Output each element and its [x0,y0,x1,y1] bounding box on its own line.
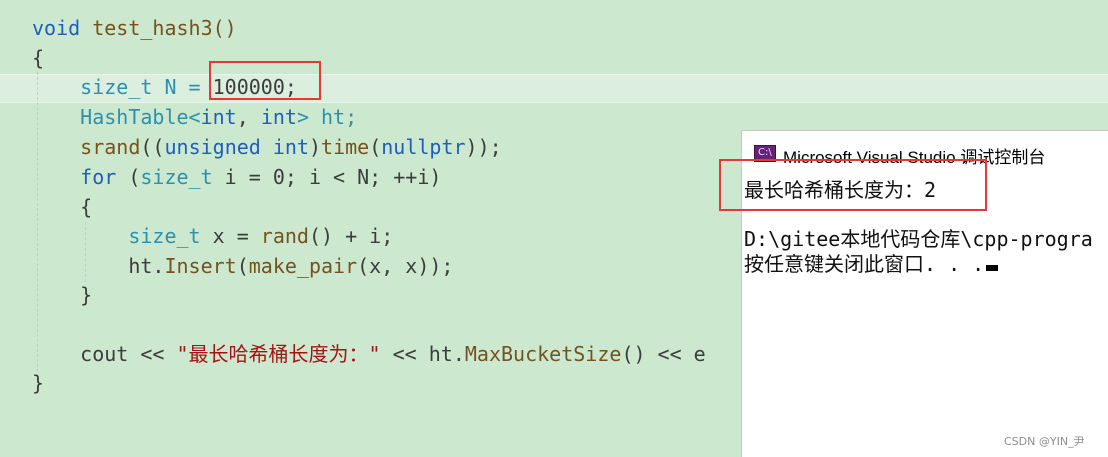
keyword: unsigned [164,135,261,159]
function-name: Insert [164,254,237,278]
code-line-1: void test_hash3() [32,14,237,43]
function-name: test_hash3() [80,16,237,40]
text: ( [116,165,141,189]
console-prompt-text: 按任意键关闭此窗口. . . [744,252,985,276]
function-name: srand [80,135,141,159]
code-line-2: { [32,44,44,73]
keyword: nullptr [381,135,466,159]
code-line-10: } [32,281,92,310]
highlight-box-result [719,159,987,211]
text: N = [152,75,213,99]
text [261,135,273,159]
console-output-path: D:\gitee本地代码仓库\cpp-progra [744,227,1093,251]
text: ( [236,254,249,278]
code-line-7: { [32,193,92,222]
text-cursor [986,265,999,271]
keyword: for [80,165,117,189]
text: (x, x)); [357,254,454,278]
keyword: int [200,105,237,129]
type: size_t [128,224,201,248]
text: )); [465,135,502,159]
text: < [188,105,201,129]
text: i = 0; i < N; ++i) [212,165,442,189]
brace: } [80,283,93,307]
console-output-prompt: 按任意键关闭此窗口. . . [744,251,999,277]
function-name: rand [260,224,309,248]
code-line-4: HashTable<int, int> ht; [32,103,357,132]
function-name: make_pair [248,254,358,278]
string-literal: "最长哈希桶长度为：" [176,342,381,366]
brace: { [32,46,45,70]
type: size_t [80,75,153,99]
code-line-9: ht.Insert(make_pair(x, x)); [32,252,453,281]
function-name: MaxBucketSize [464,342,622,366]
code-line-5: srand((unsigned int)time(nullptr)); [32,133,502,162]
keyword: void [32,16,81,40]
console-icon-glyph: C:\ [758,147,772,158]
text: () + i; [308,224,394,248]
brace: { [80,195,93,219]
brace: } [32,371,45,395]
text: () << e [621,342,706,366]
code-line-6: for (size_t i = 0; i < N; ++i) [32,163,441,192]
text: cout << [80,342,177,366]
text: ht. [128,254,165,278]
code-line-12: cout << "最长哈希桶长度为：" << ht.MaxBucketSize(… [32,340,706,369]
keyword: int [272,135,309,159]
function-name: time [321,135,370,159]
type: HashTable [80,105,189,129]
type: size_t [140,165,213,189]
text: ) [308,135,322,159]
watermark: CSDN @YIN_尹 [1004,435,1085,448]
code-line-13: } [32,369,44,398]
text: (( [140,135,165,159]
code-line-8: size_t x = rand() + i; [32,222,393,251]
text: << ht. [380,342,465,366]
text: > ht; [296,105,358,129]
highlight-box-number [209,61,321,100]
text: ( [369,135,382,159]
keyword: int [260,105,297,129]
text: , [236,105,261,129]
text: x = [200,224,261,248]
